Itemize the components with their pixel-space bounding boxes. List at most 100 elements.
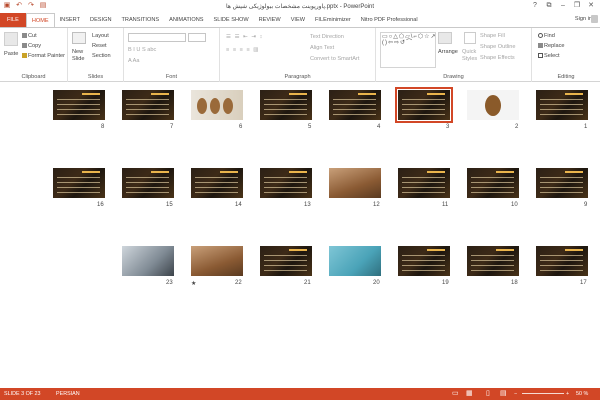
reading-view-icon[interactable]: ▯ [486,388,490,400]
shape-fill-button[interactable]: Shape Fill [480,32,505,40]
find-button[interactable]: Find [538,32,555,40]
copy-button[interactable]: Copy [22,42,41,50]
select-icon [538,53,543,59]
tab-fileminimizer[interactable]: FILEminimizer [310,13,356,27]
new-slide-label-2[interactable]: Slide [72,55,84,63]
shape-effects-button[interactable]: Shape Effects [480,54,515,62]
tab-insert[interactable]: INSERT [55,13,85,27]
slide-thumbnail[interactable] [398,246,450,276]
slide-thumbnail[interactable] [260,90,312,120]
convert-smartart-button[interactable]: Convert to SmartArt [310,55,359,63]
tab-view[interactable]: VIEW [286,13,310,27]
tab-slide-show[interactable]: SLIDE SHOW [209,13,254,27]
slide-text-line [264,99,307,100]
copy-label: Copy [28,43,42,49]
slide-thumbnail[interactable] [191,168,243,198]
align-text-button[interactable]: Align Text [310,44,334,52]
alignment-buttons[interactable]: ≡ ≡ ≡ ≡ ▥ [226,46,260,54]
font-size-select[interactable] [188,33,206,42]
tab-review[interactable]: REVIEW [254,13,286,27]
slide-thumbnail[interactable] [260,168,312,198]
tab-home[interactable]: HOME [25,13,55,27]
help-icon[interactable]: ? [528,1,542,11]
slide-thumbnail[interactable] [329,168,381,198]
minimize-icon[interactable]: – [556,1,570,11]
zoom-slider[interactable] [522,393,564,394]
section-button[interactable]: Section [92,52,111,60]
slide-thumbnail[interactable] [536,90,588,120]
slide-thumbnail[interactable] [329,246,381,276]
quick-styles-icon[interactable] [464,32,476,44]
find-icon [538,33,543,39]
list-buttons[interactable]: ☰ ☰ ⇤ ⇥ ↕ [226,33,263,41]
slide-text-line [471,255,514,256]
normal-view-icon[interactable]: ▭ [452,388,459,400]
text-direction-button[interactable]: Text Direction [310,33,344,41]
slide-thumbnail[interactable] [260,246,312,276]
font-color-buttons[interactable]: A Aa [128,57,140,65]
slide-thumbnail[interactable] [191,90,243,120]
slide-thumbnail[interactable] [467,168,519,198]
language-indicator[interactable]: PERSIAN [56,388,80,400]
zoom-level[interactable]: 50 % [576,388,588,400]
shape-outline-button[interactable]: Shape Outline [480,43,515,51]
slide-thumbnail[interactable] [122,90,174,120]
avatar[interactable] [591,15,598,23]
tab-nitro-pdf[interactable]: Nitro PDF Professional [356,13,423,27]
quick-styles-label-2[interactable]: Styles [462,55,477,63]
replace-button[interactable]: Replace [538,42,565,50]
zoom-out-icon[interactable]: − [514,388,517,400]
slide-thumbnail[interactable] [395,87,453,123]
louse-specimen-image [197,98,207,114]
slide-thumbnail[interactable] [536,246,588,276]
tab-design[interactable]: DESIGN [85,13,116,27]
tab-file[interactable]: FILE [0,13,26,27]
slide-thumbnail[interactable] [467,246,519,276]
paste-icon[interactable] [4,32,18,46]
new-slide-icon[interactable] [72,32,86,44]
format-painter-button[interactable]: Format Painter [22,52,65,60]
slide-sorter-icon[interactable]: ▦ [466,388,473,400]
slide-thumbnail[interactable] [536,168,588,198]
louse-specimen-image [210,98,220,114]
layout-button[interactable]: Layout [92,32,109,40]
slide-thumbnail[interactable] [191,246,243,276]
reset-button[interactable]: Reset [92,42,107,50]
slide-text-line [264,192,307,193]
slide-text-line [402,114,445,115]
slide-thumbnail[interactable] [398,168,450,198]
shapes-gallery[interactable]: ▭○△⬠▱\⌐⬡☆↗{}()⇦⇨↺⌒ [380,32,436,68]
select-button[interactable]: Select [538,52,560,60]
sign-in-link[interactable]: Sign in [575,16,592,22]
slide-thumbnail[interactable] [329,90,381,120]
slide-thumbnail[interactable] [53,90,105,120]
editing-group: Find Replace Select Editing [532,28,600,82]
font-family-select[interactable] [128,33,186,42]
close-icon[interactable]: ✕ [584,1,598,11]
slide-thumbnail[interactable] [467,90,519,120]
font-format-buttons[interactable]: B I U S abc [128,46,156,54]
slide-title-bar [427,249,445,251]
slide-thumbnail[interactable] [122,246,174,276]
slide-text-line [264,187,307,188]
ribbon-display-icon[interactable]: ⧉ [542,1,556,11]
cut-button[interactable]: Cut [22,32,37,40]
slide-text-line [126,187,169,188]
arrange-button[interactable]: Arrange [438,48,458,56]
zoom-in-icon[interactable]: + [566,388,569,400]
tab-animations[interactable]: ANIMATIONS [164,13,208,27]
slide-number: 2 [515,124,519,130]
slide-sorter-view[interactable]: 1 2 3 4 5 6 7 8 9 10 11 12 13 14 15 16 17 18 19 20 21 22 ★ 23 [0,83,600,388]
slide-thumbnail[interactable] [122,168,174,198]
louse-specimen-image [223,98,233,114]
arrange-icon[interactable] [438,32,452,44]
tab-transitions[interactable]: TRANSITIONS [116,13,164,27]
paste-button[interactable]: Paste [4,50,18,58]
slide-title-bar [151,171,169,173]
slide-thumbnail[interactable] [53,168,105,198]
restore-icon[interactable]: ❐ [570,1,584,11]
slide-number: 11 [442,202,449,208]
slide-count[interactable]: SLIDE 3 OF 23 [4,388,41,400]
slide-show-icon[interactable]: ▤ [500,388,507,400]
slide-number: 8 [101,124,105,130]
